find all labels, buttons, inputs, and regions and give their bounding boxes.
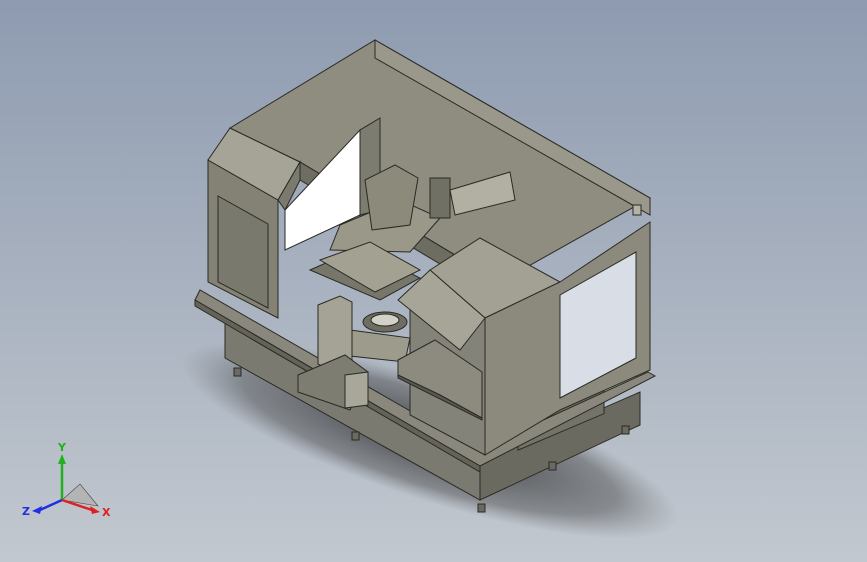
- beam-indicator: [632, 204, 642, 216]
- z-arrow-icon: [32, 506, 42, 514]
- coordinate-triad: Y X Z: [22, 441, 111, 519]
- x-arrow-icon: [90, 506, 100, 514]
- machine-model[interactable]: [0, 0, 867, 562]
- z-axis-icon: [39, 498, 63, 512]
- y-axis-label: Y: [57, 441, 67, 454]
- z-axis-label: Z: [22, 505, 30, 518]
- graphics-viewport[interactable]: Y X Z: [0, 0, 867, 562]
- y-arrow-icon: [58, 454, 66, 464]
- x-axis-label: X: [102, 506, 111, 519]
